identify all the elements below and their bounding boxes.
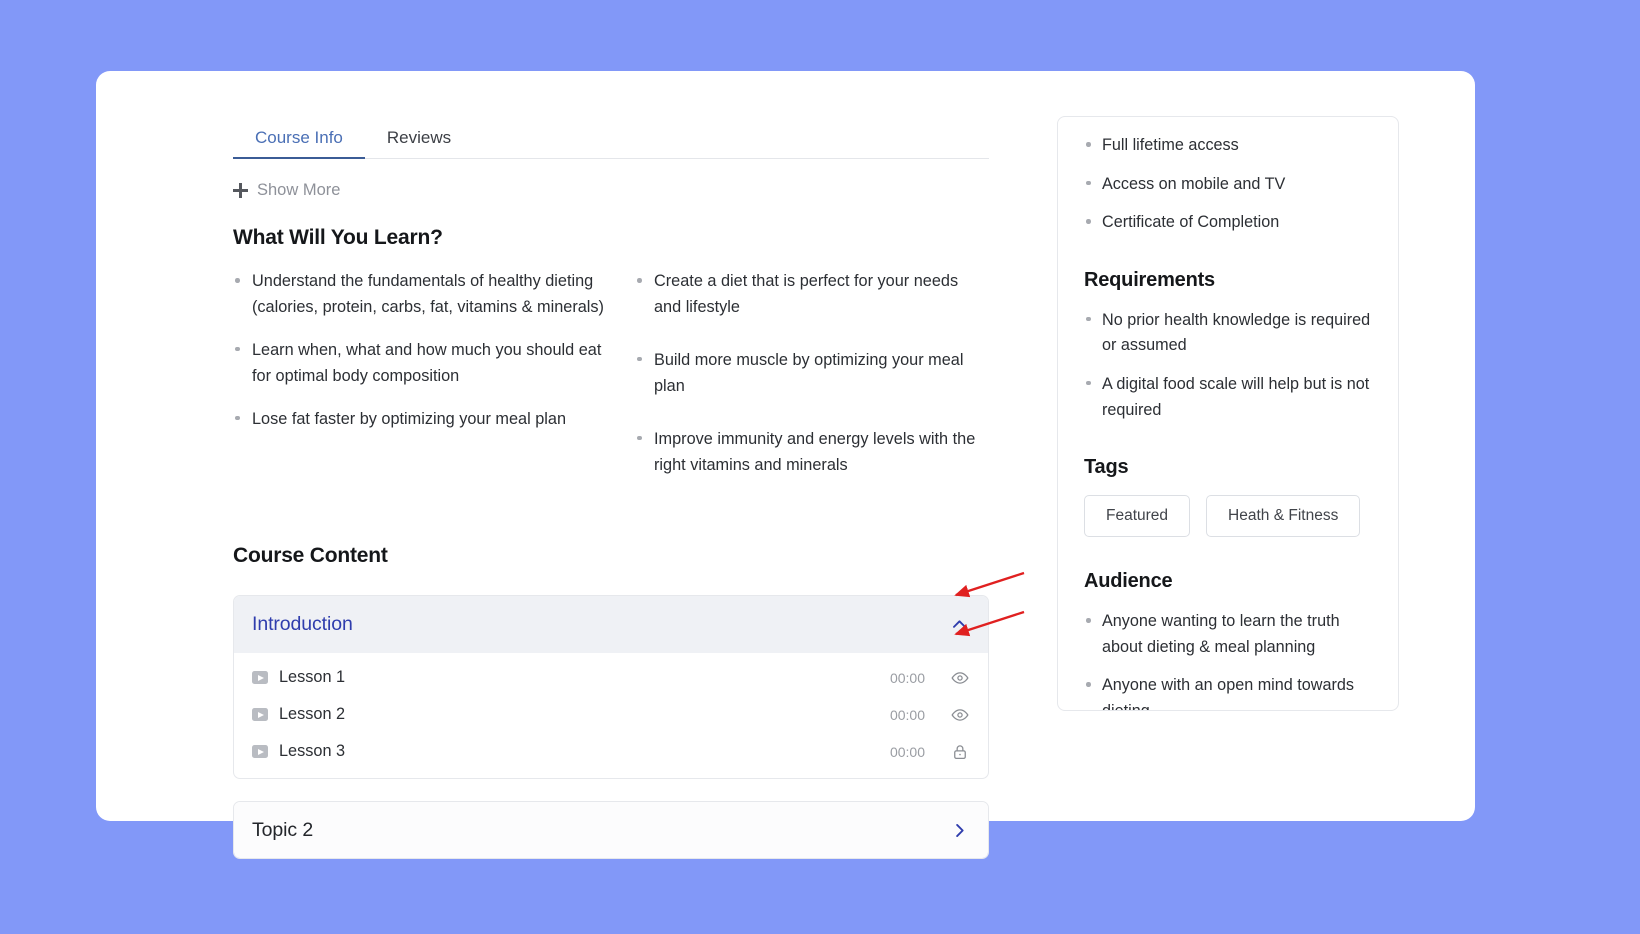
play-icon xyxy=(252,671,268,685)
play-icon xyxy=(252,708,268,722)
lesson-duration: 00:00 xyxy=(889,669,925,686)
plus-icon xyxy=(233,183,248,198)
right-column: Full lifetime access Access on mobile an… xyxy=(989,116,1443,859)
what-will-you-learn-title: What Will You Learn? xyxy=(233,226,443,249)
requirements-title: Requirements xyxy=(1084,268,1215,291)
list-item: Lose fat faster by optimizing your meal … xyxy=(233,406,611,432)
tag-heath-and-fitness[interactable]: Heath & Fitness xyxy=(1206,495,1361,538)
accordion-section-introduction: Introduction Lesson 1 00:00 Lesson 2 00:… xyxy=(233,595,989,780)
eye-icon[interactable] xyxy=(951,669,969,687)
learn-column-left: Understand the fundamentals of healthy d… xyxy=(233,268,611,504)
list-item: A digital food scale will help but is no… xyxy=(1084,372,1372,423)
tab-course-info[interactable]: Course Info xyxy=(233,129,365,159)
lock-icon xyxy=(951,743,969,761)
content-layout: Course Info Reviews Show More What Will … xyxy=(233,116,1443,860)
page-root: Course Info Reviews Show More What Will … xyxy=(0,0,1640,934)
table-row[interactable]: Lesson 1 00:00 xyxy=(234,659,988,697)
list-item: No prior health knowledge is required or… xyxy=(1084,308,1372,359)
audience-list: Anyone wanting to learn the truth about … xyxy=(1084,609,1372,710)
audience-title: Audience xyxy=(1084,570,1173,593)
show-more-label: Show More xyxy=(257,181,341,199)
course-sidebar-card: Full lifetime access Access on mobile an… xyxy=(1057,116,1399,711)
learn-list-left: Understand the fundamentals of healthy d… xyxy=(233,268,611,432)
list-item: Create a diet that is perfect for your n… xyxy=(635,268,989,321)
list-item: Learn when, what and how much you should… xyxy=(233,337,611,390)
lesson-label-group: Lesson 2 xyxy=(252,705,890,724)
chevron-up-icon[interactable] xyxy=(950,615,969,634)
course-detail-card: Course Info Reviews Show More What Will … xyxy=(96,71,1475,860)
list-item: Access on mobile and TV xyxy=(1084,172,1372,198)
requirements-list: No prior health knowledge is required or… xyxy=(1084,308,1372,423)
list-item: Build more muscle by optimizing your mea… xyxy=(635,347,989,400)
lesson-name: Lesson 1 xyxy=(279,668,346,687)
list-item: Improve immunity and energy levels with … xyxy=(635,426,989,479)
table-row[interactable]: Lesson 3 00:00 xyxy=(234,733,988,771)
accordion-header-introduction[interactable]: Introduction xyxy=(234,596,988,654)
tab-bar: Course Info Reviews xyxy=(233,116,989,159)
course-content-title: Course Content xyxy=(233,544,388,568)
list-item: Certificate of Completion xyxy=(1084,210,1372,236)
list-item: Full lifetime access xyxy=(1084,133,1372,159)
lesson-name: Lesson 2 xyxy=(279,705,346,724)
tags-title: Tags xyxy=(1084,456,1129,479)
lesson-label-group: Lesson 1 xyxy=(252,668,890,687)
lesson-list: Lesson 1 00:00 Lesson 2 00:00 Lesson 3 0… xyxy=(234,659,988,778)
chevron-right-icon[interactable] xyxy=(950,821,969,840)
list-item: Understand the fundamentals of healthy d… xyxy=(233,268,611,321)
learn-column-right: Create a diet that is perfect for your n… xyxy=(611,268,989,504)
accordion-header-topic-2[interactable]: Topic 2 xyxy=(234,802,988,859)
tab-reviews[interactable]: Reviews xyxy=(365,129,473,158)
features-list: Full lifetime access Access on mobile an… xyxy=(1084,117,1372,236)
list-item: Anyone with an open mind towards dieting xyxy=(1084,673,1372,710)
show-more-button[interactable]: Show More xyxy=(233,181,340,200)
play-icon xyxy=(252,745,268,759)
lesson-duration: 00:00 xyxy=(889,706,925,723)
accordion-section-topic-2: Topic 2 xyxy=(233,801,989,860)
table-row[interactable]: Lesson 2 00:00 xyxy=(234,696,988,734)
left-column: Course Info Reviews Show More What Will … xyxy=(233,116,989,860)
learn-list-right: Create a diet that is perfect for your n… xyxy=(635,268,989,478)
learn-grid: Understand the fundamentals of healthy d… xyxy=(233,268,989,504)
accordion-label: Topic 2 xyxy=(252,818,314,841)
course-content-accordion: Introduction Lesson 1 00:00 Lesson 2 00:… xyxy=(233,595,989,860)
lesson-name: Lesson 3 xyxy=(279,742,346,761)
tag-featured[interactable]: Featured xyxy=(1084,495,1191,538)
lesson-duration: 00:00 xyxy=(889,743,925,760)
accordion-label: Introduction xyxy=(252,613,353,636)
lesson-label-group: Lesson 3 xyxy=(252,742,890,761)
tag-list: Featured Heath & Fitness xyxy=(1084,495,1372,538)
list-item: Anyone wanting to learn the truth about … xyxy=(1084,609,1372,660)
eye-icon[interactable] xyxy=(951,706,969,724)
